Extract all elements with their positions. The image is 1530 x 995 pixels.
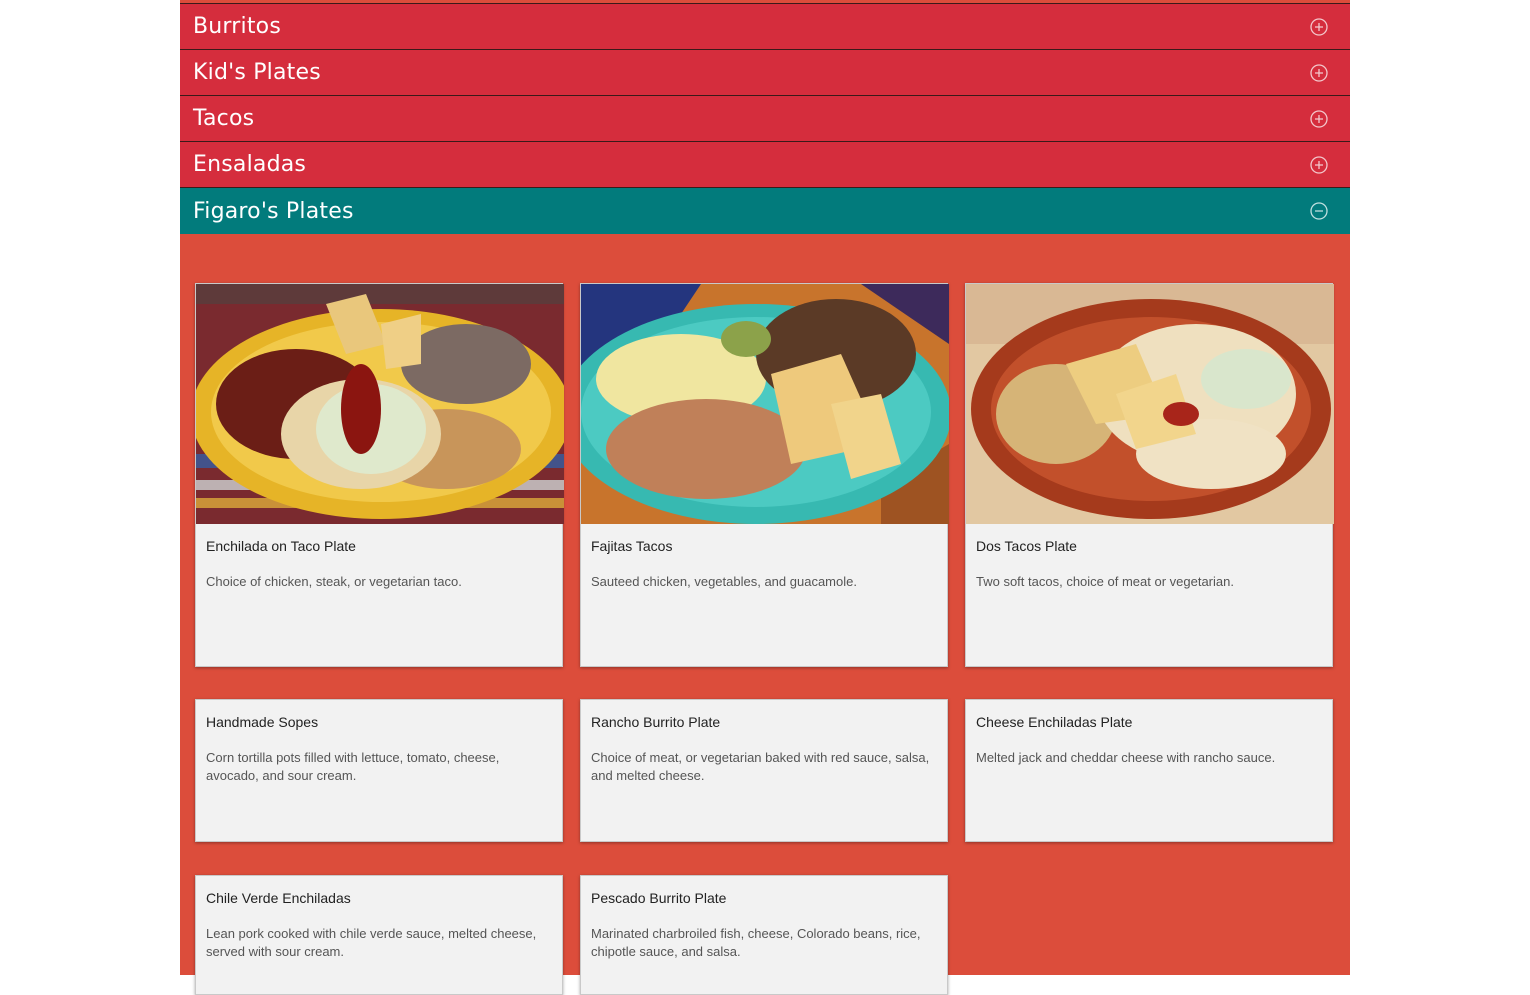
dish-description: Sauteed chicken, vegetables, and guacamo… [591, 574, 857, 589]
dish-name: Handmade Sopes [206, 714, 319, 730]
accordion-tacos[interactable]: Tacos [180, 95, 1350, 141]
accordion-title: Figaro's Plates [193, 198, 354, 224]
menu-card[interactable]: Enchilada on Taco Plate Choice of chicke… [195, 283, 564, 667]
minus-circle-icon[interactable] [1310, 202, 1328, 220]
dish-name: Chile Verde Enchiladas [206, 890, 351, 906]
accordion-figaros-plates[interactable]: Figaro's Plates [180, 187, 1350, 234]
plus-circle-icon[interactable] [1310, 109, 1328, 128]
dish-description: Two soft tacos, choice of meat or vegeta… [976, 574, 1234, 589]
accordion-title: Kid's Plates [193, 60, 321, 85]
plus-circle-icon[interactable] [1310, 155, 1328, 174]
menu-card[interactable]: Chile Verde Enchiladas Lean pork cooked … [195, 875, 563, 995]
plus-circle-icon[interactable] [1310, 17, 1328, 36]
dish-photo [581, 284, 949, 524]
menu-card[interactable]: Dos Tacos Plate Two soft tacos, choice o… [965, 283, 1334, 667]
menu-card[interactable]: Fajitas Tacos Sauteed chicken, vegetable… [580, 283, 949, 667]
accordion-title: Ensaladas [193, 152, 307, 177]
dish-description: Corn tortilla pots filled with lettuce, … [206, 750, 500, 783]
dish-name: Cheese Enchiladas Plate [976, 714, 1133, 730]
dish-name: Dos Tacos Plate [976, 538, 1077, 554]
dish-photo [196, 284, 564, 524]
dish-name: Rancho Burrito Plate [591, 714, 721, 730]
accordion-kids-plates[interactable]: Kid's Plates [180, 49, 1350, 95]
dish-name: Fajitas Tacos [591, 538, 673, 554]
dish-description: Choice of meat, or vegetarian baked with… [591, 750, 930, 783]
menu-card[interactable]: Cheese Enchiladas Plate Melted jack and … [965, 699, 1333, 842]
dish-description: Choice of chicken, steak, or vegetarian … [206, 574, 462, 589]
accordion-title: Burritos [193, 14, 281, 39]
dish-description: Lean pork cooked with chile verde sauce,… [206, 926, 537, 959]
menu-card[interactable]: Pescado Burrito Plate Marinated charbroi… [580, 875, 948, 995]
accordion-panel-figaros-plates: Enchilada on Taco Plate Choice of chicke… [180, 234, 1350, 995]
dish-description: Marinated charbroiled fish, cheese, Colo… [591, 926, 921, 959]
accordion-ensaladas[interactable]: Ensaladas [180, 141, 1350, 187]
dish-name: Pescado Burrito Plate [591, 890, 727, 906]
dish-description: Melted jack and cheddar cheese with ranc… [976, 750, 1276, 765]
dish-photo [966, 284, 1334, 524]
accordion-title: Tacos [193, 106, 255, 131]
menu-container: Burritos Kid's Plates Tacos Ensaladas Fi… [180, 0, 1350, 995]
plus-circle-icon[interactable] [1310, 63, 1328, 82]
dish-name: Enchilada on Taco Plate [206, 538, 356, 554]
accordion-burritos[interactable]: Burritos [180, 3, 1350, 49]
menu-card[interactable]: Handmade Sopes Corn tortilla pots filled… [195, 699, 563, 842]
menu-card[interactable]: Rancho Burrito Plate Choice of meat, or … [580, 699, 948, 842]
